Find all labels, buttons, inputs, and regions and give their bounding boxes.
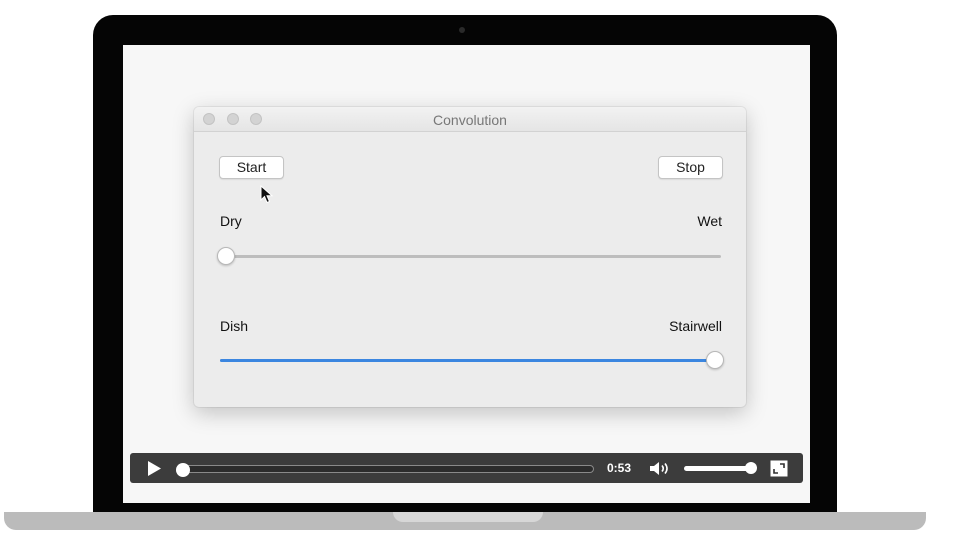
window-titlebar: Convolution [194,107,746,132]
fullscreen-icon[interactable] [770,460,788,477]
stairwell-label: Stairwell [669,318,722,334]
mouse-pointer-icon [260,185,274,204]
stop-button[interactable]: Stop [658,156,723,179]
app-window: Convolution Start Stop Dry Wet Dish Stai… [194,107,746,407]
dry-label: Dry [220,213,242,229]
laptop-base-notch [393,512,543,522]
room-slider-fill [220,359,721,362]
volume-slider-knob[interactable] [745,462,757,474]
video-progress-bar[interactable] [176,463,594,477]
laptop-base [4,512,926,530]
progress-scrubber[interactable] [176,463,190,477]
video-controls-bar: 0:53 [130,453,803,483]
play-icon[interactable] [147,460,162,477]
start-button[interactable]: Start [219,156,284,179]
room-slider[interactable] [220,351,724,369]
dish-label: Dish [220,318,249,334]
volume-slider[interactable] [684,462,757,474]
laptop-frame: Convolution Start Stop Dry Wet Dish Stai… [93,15,837,517]
room-slider-knob[interactable] [706,351,724,369]
dry-wet-slider[interactable] [217,247,721,265]
dry-wet-slider-knob[interactable] [217,247,235,265]
playback-time: 0:53 [607,461,632,475]
wet-label: Wet [697,213,722,229]
camera-icon [459,27,465,33]
video-screen: Convolution Start Stop Dry Wet Dish Stai… [123,45,810,503]
window-title: Convolution [433,112,507,128]
volume-icon[interactable] [648,460,672,477]
